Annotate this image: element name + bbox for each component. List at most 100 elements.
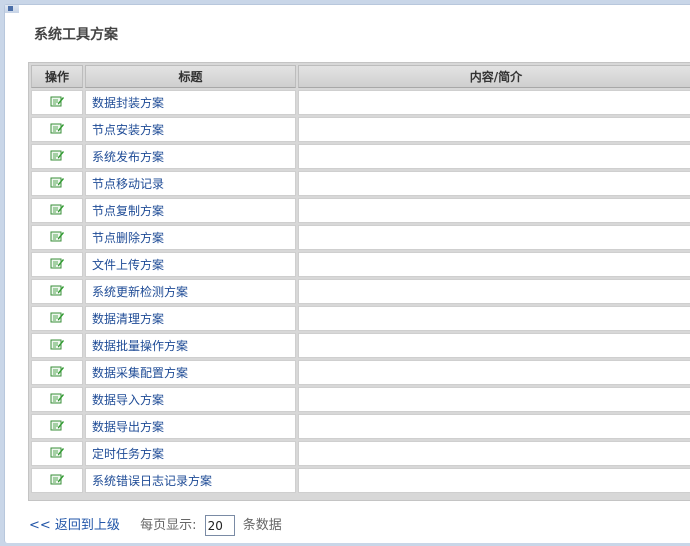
row-action-cell bbox=[31, 360, 83, 385]
pagination-bar: << 返回到上级 每页显示: 条数据 bbox=[29, 514, 282, 536]
edit-icon[interactable] bbox=[50, 392, 64, 407]
row-content-cell bbox=[298, 279, 690, 304]
window-corner-icon bbox=[5, 5, 19, 13]
row-title-link[interactable]: 系统更新检测方案 bbox=[92, 285, 188, 299]
table-row: 节点复制方案 bbox=[31, 198, 690, 223]
table-row: 节点安装方案 bbox=[31, 117, 690, 142]
row-title-link[interactable]: 节点复制方案 bbox=[92, 204, 164, 218]
table-row: 数据封装方案 bbox=[31, 90, 690, 115]
table-row: 系统发布方案 bbox=[31, 144, 690, 169]
row-title-link[interactable]: 数据采集配置方案 bbox=[92, 366, 188, 380]
row-content-cell bbox=[298, 441, 690, 466]
row-content-cell bbox=[298, 333, 690, 358]
edit-icon[interactable] bbox=[50, 365, 64, 380]
row-content-cell bbox=[298, 468, 690, 493]
row-action-cell bbox=[31, 387, 83, 412]
row-title-cell: 系统更新检测方案 bbox=[85, 279, 296, 304]
back-to-parent-link[interactable]: << 返回到上级 bbox=[29, 518, 120, 533]
edit-icon[interactable] bbox=[50, 149, 64, 164]
row-title-cell: 节点安装方案 bbox=[85, 117, 296, 142]
table-row: 节点删除方案 bbox=[31, 225, 690, 250]
edit-icon[interactable] bbox=[50, 122, 64, 137]
row-title-link[interactable]: 数据封装方案 bbox=[92, 96, 164, 110]
row-title-cell: 节点移动记录 bbox=[85, 171, 296, 196]
row-action-cell bbox=[31, 171, 83, 196]
edit-icon[interactable] bbox=[50, 311, 64, 326]
table-row: 系统更新检测方案 bbox=[31, 279, 690, 304]
row-title-cell: 系统错误日志记录方案 bbox=[85, 468, 296, 493]
row-action-cell bbox=[31, 225, 83, 250]
edit-icon[interactable] bbox=[50, 446, 64, 461]
edit-icon[interactable] bbox=[50, 284, 64, 299]
row-action-cell bbox=[31, 441, 83, 466]
edit-icon[interactable] bbox=[50, 257, 64, 272]
row-action-cell bbox=[31, 117, 83, 142]
row-content-cell bbox=[298, 90, 690, 115]
row-title-cell: 数据导入方案 bbox=[85, 387, 296, 412]
row-title-cell: 定时任务方案 bbox=[85, 441, 296, 466]
row-action-cell bbox=[31, 252, 83, 277]
row-content-cell bbox=[298, 171, 690, 196]
row-title-link[interactable]: 数据清理方案 bbox=[92, 312, 164, 326]
row-title-cell: 数据批量操作方案 bbox=[85, 333, 296, 358]
row-action-cell bbox=[31, 279, 83, 304]
row-title-link[interactable]: 系统错误日志记录方案 bbox=[92, 474, 212, 488]
row-title-link[interactable]: 定时任务方案 bbox=[92, 447, 164, 461]
row-content-cell bbox=[298, 306, 690, 331]
row-content-cell bbox=[298, 387, 690, 412]
row-title-cell: 文件上传方案 bbox=[85, 252, 296, 277]
row-action-cell bbox=[31, 90, 83, 115]
row-title-link[interactable]: 节点移动记录 bbox=[92, 177, 164, 191]
per-page-input[interactable] bbox=[204, 515, 235, 536]
row-title-link[interactable]: 数据导入方案 bbox=[92, 393, 164, 407]
row-title-link[interactable]: 节点删除方案 bbox=[92, 231, 164, 245]
edit-icon[interactable] bbox=[50, 95, 64, 110]
column-header-op: 操作 bbox=[31, 65, 83, 88]
row-content-cell bbox=[298, 414, 690, 439]
row-action-cell bbox=[31, 468, 83, 493]
table-row: 数据采集配置方案 bbox=[31, 360, 690, 385]
edit-icon[interactable] bbox=[50, 419, 64, 434]
row-content-cell bbox=[298, 198, 690, 223]
row-content-cell bbox=[298, 225, 690, 250]
table-row: 数据导出方案 bbox=[31, 414, 690, 439]
edit-icon[interactable] bbox=[50, 176, 64, 191]
per-page-unit-label: 条数据 bbox=[242, 518, 282, 533]
column-header-title: 标题 bbox=[85, 65, 296, 88]
row-title-cell: 节点删除方案 bbox=[85, 225, 296, 250]
table-row: 定时任务方案 bbox=[31, 441, 690, 466]
scheme-table-wrapper: 操作 标题 内容/简介 数据封装方案 节点安装方案 系统发布方案 节点移动记录 节点复制… bbox=[28, 62, 690, 501]
edit-icon[interactable] bbox=[50, 338, 64, 353]
row-title-link[interactable]: 数据批量操作方案 bbox=[92, 339, 188, 353]
row-action-cell bbox=[31, 414, 83, 439]
page-title: 系统工具方案 bbox=[34, 27, 118, 43]
edit-icon[interactable] bbox=[50, 473, 64, 488]
row-action-cell bbox=[31, 198, 83, 223]
row-title-cell: 数据清理方案 bbox=[85, 306, 296, 331]
content-frame: 系统工具方案 操作 标题 内容/简介 数据封装方案 节点安装方案 系统发布方案 节点移… bbox=[4, 4, 690, 543]
row-title-link[interactable]: 文件上传方案 bbox=[92, 258, 164, 272]
column-header-content: 内容/简介 bbox=[298, 65, 690, 88]
edit-icon[interactable] bbox=[50, 230, 64, 245]
row-action-cell bbox=[31, 144, 83, 169]
table-row: 数据批量操作方案 bbox=[31, 333, 690, 358]
edit-icon[interactable] bbox=[50, 203, 64, 218]
row-title-link[interactable]: 数据导出方案 bbox=[92, 420, 164, 434]
row-content-cell bbox=[298, 144, 690, 169]
row-action-cell bbox=[31, 306, 83, 331]
table-row: 文件上传方案 bbox=[31, 252, 690, 277]
per-page-label: 每页显示: bbox=[140, 518, 197, 533]
row-title-link[interactable]: 系统发布方案 bbox=[92, 150, 164, 164]
row-title-cell: 数据封装方案 bbox=[85, 90, 296, 115]
row-title-cell: 节点复制方案 bbox=[85, 198, 296, 223]
table-row: 数据导入方案 bbox=[31, 387, 690, 412]
row-content-cell bbox=[298, 252, 690, 277]
row-action-cell bbox=[31, 333, 83, 358]
table-row: 数据清理方案 bbox=[31, 306, 690, 331]
table-row: 系统错误日志记录方案 bbox=[31, 468, 690, 493]
table-row: 节点移动记录 bbox=[31, 171, 690, 196]
row-title-link[interactable]: 节点安装方案 bbox=[92, 123, 164, 137]
table-header-row: 操作 标题 内容/简介 bbox=[31, 65, 690, 88]
scheme-table: 操作 标题 内容/简介 数据封装方案 节点安装方案 系统发布方案 节点移动记录 节点复制… bbox=[29, 63, 690, 495]
row-title-cell: 数据采集配置方案 bbox=[85, 360, 296, 385]
